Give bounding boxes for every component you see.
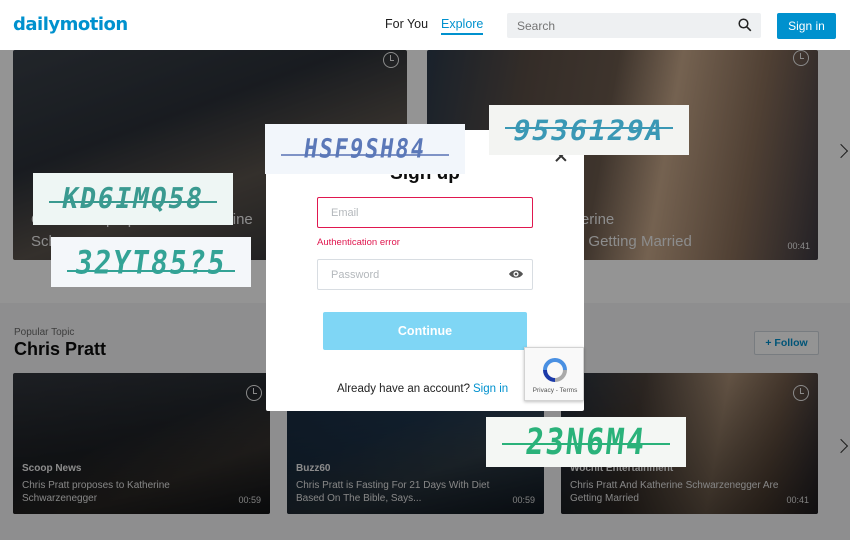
recaptcha-icon xyxy=(543,358,567,382)
search-icon[interactable] xyxy=(738,18,752,32)
captcha-text: 23N6M4 xyxy=(523,421,649,463)
search-bar xyxy=(507,13,761,38)
header-signin-button[interactable]: Sign in xyxy=(777,13,836,39)
captcha-image: KD6IMQ58 xyxy=(33,173,233,225)
captcha-image: HSF9SH84 xyxy=(265,124,465,174)
recaptcha-terms[interactable]: Privacy - Terms xyxy=(525,387,585,394)
nav-for-you[interactable]: For You xyxy=(385,17,428,31)
captcha-image: 23N6M4 xyxy=(486,417,686,467)
signin-link[interactable]: Sign in xyxy=(473,383,508,395)
captcha-image: 9536129A xyxy=(489,105,689,155)
email-field[interactable] xyxy=(317,197,533,228)
show-password-eye-icon[interactable] xyxy=(508,268,524,280)
recaptcha-badge[interactable]: Privacy - Terms xyxy=(524,347,584,401)
top-header: dailymotion For You Explore Sign in xyxy=(0,0,850,50)
already-have-account-text: Already have an account? xyxy=(337,383,470,395)
captcha-text: HSF9SH84 xyxy=(301,134,429,164)
captcha-image: 32YT85?5 xyxy=(51,237,251,287)
continue-button[interactable]: Continue xyxy=(323,312,527,350)
dailymotion-logo[interactable]: dailymotion xyxy=(13,14,128,35)
captcha-text: KD6IMQ58 xyxy=(59,182,207,216)
password-field[interactable] xyxy=(317,259,533,290)
captcha-text: 32YT85?5 xyxy=(72,243,230,281)
auth-error-message: Authentication error xyxy=(317,237,400,248)
captcha-text: 9536129A xyxy=(510,113,668,147)
nav-explore[interactable]: Explore xyxy=(441,17,484,35)
search-input[interactable] xyxy=(507,13,727,38)
